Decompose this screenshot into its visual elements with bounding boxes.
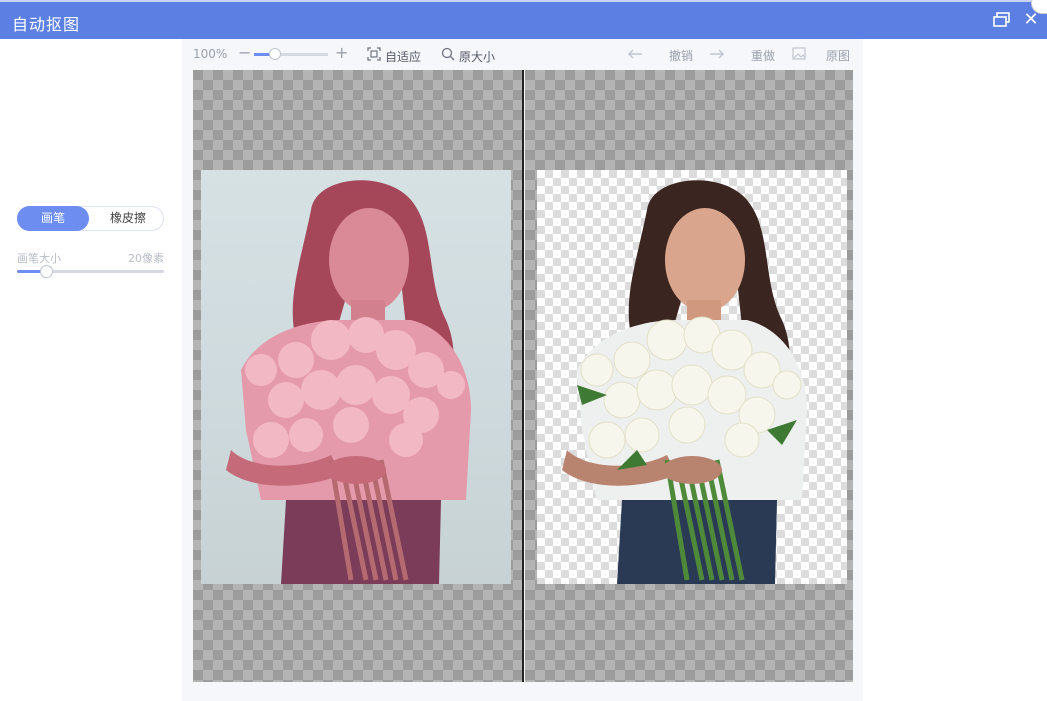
window-title: 自动抠图 xyxy=(12,15,81,34)
brush-size-value: 20像素 xyxy=(128,252,164,265)
fit-screen-icon xyxy=(367,47,381,65)
auto-cutout-window: 自动抠图 ✕ 画笔 橡皮擦 画笔大小 20像素 100% − + 自适应 原大小… xyxy=(0,0,1047,701)
zoom-in-button[interactable]: + xyxy=(335,43,348,62)
brush-size-slider[interactable] xyxy=(17,265,164,278)
fit-button[interactable]: 自适应 xyxy=(367,47,421,65)
original-image-button[interactable]: 原图 xyxy=(792,47,850,64)
zoom-handle[interactable] xyxy=(268,48,281,60)
image-icon xyxy=(792,47,806,64)
redo-label: 重做 xyxy=(751,49,776,63)
eraser-tool-button[interactable]: 橡皮擦 xyxy=(92,206,164,231)
masked-portrait-image xyxy=(226,180,471,584)
arrow-left-icon xyxy=(627,48,643,64)
redo-button[interactable]: 重做 xyxy=(709,47,775,64)
fit-label: 自适应 xyxy=(385,49,422,64)
title-bar: 自动抠图 ✕ xyxy=(0,0,1047,39)
editor-toolbar: 100% − + 自适应 原大小 撤销 重做 原图 xyxy=(182,39,863,70)
zoom-level: 100% xyxy=(193,47,228,61)
canvas-divider xyxy=(522,70,524,682)
zoom-out-button[interactable]: − xyxy=(238,43,251,62)
zoom-icon xyxy=(441,47,455,65)
brush-size-handle[interactable] xyxy=(40,265,54,278)
original-size-label: 原大小 xyxy=(459,49,496,64)
source-canvas[interactable] xyxy=(193,70,523,682)
brush-size-label: 画笔大小 xyxy=(17,252,61,265)
cutout-portrait-image xyxy=(562,180,807,584)
restore-window-icon[interactable] xyxy=(993,12,1011,28)
tool-toggle: 画笔 橡皮擦 xyxy=(17,206,164,231)
result-photo xyxy=(537,170,847,584)
original-label: 原图 xyxy=(826,49,851,63)
undo-button[interactable]: 撤销 xyxy=(627,47,693,64)
result-canvas xyxy=(525,70,853,682)
brush-tool-button[interactable]: 画笔 xyxy=(17,206,89,231)
arrow-right-icon xyxy=(709,48,725,64)
zoom-slider[interactable] xyxy=(254,48,328,60)
editor-panel: 100% − + 自适应 原大小 撤销 重做 原图 xyxy=(182,39,863,701)
undo-label: 撤销 xyxy=(669,49,694,63)
source-photo xyxy=(201,170,511,584)
original-size-button[interactable]: 原大小 xyxy=(441,47,495,65)
